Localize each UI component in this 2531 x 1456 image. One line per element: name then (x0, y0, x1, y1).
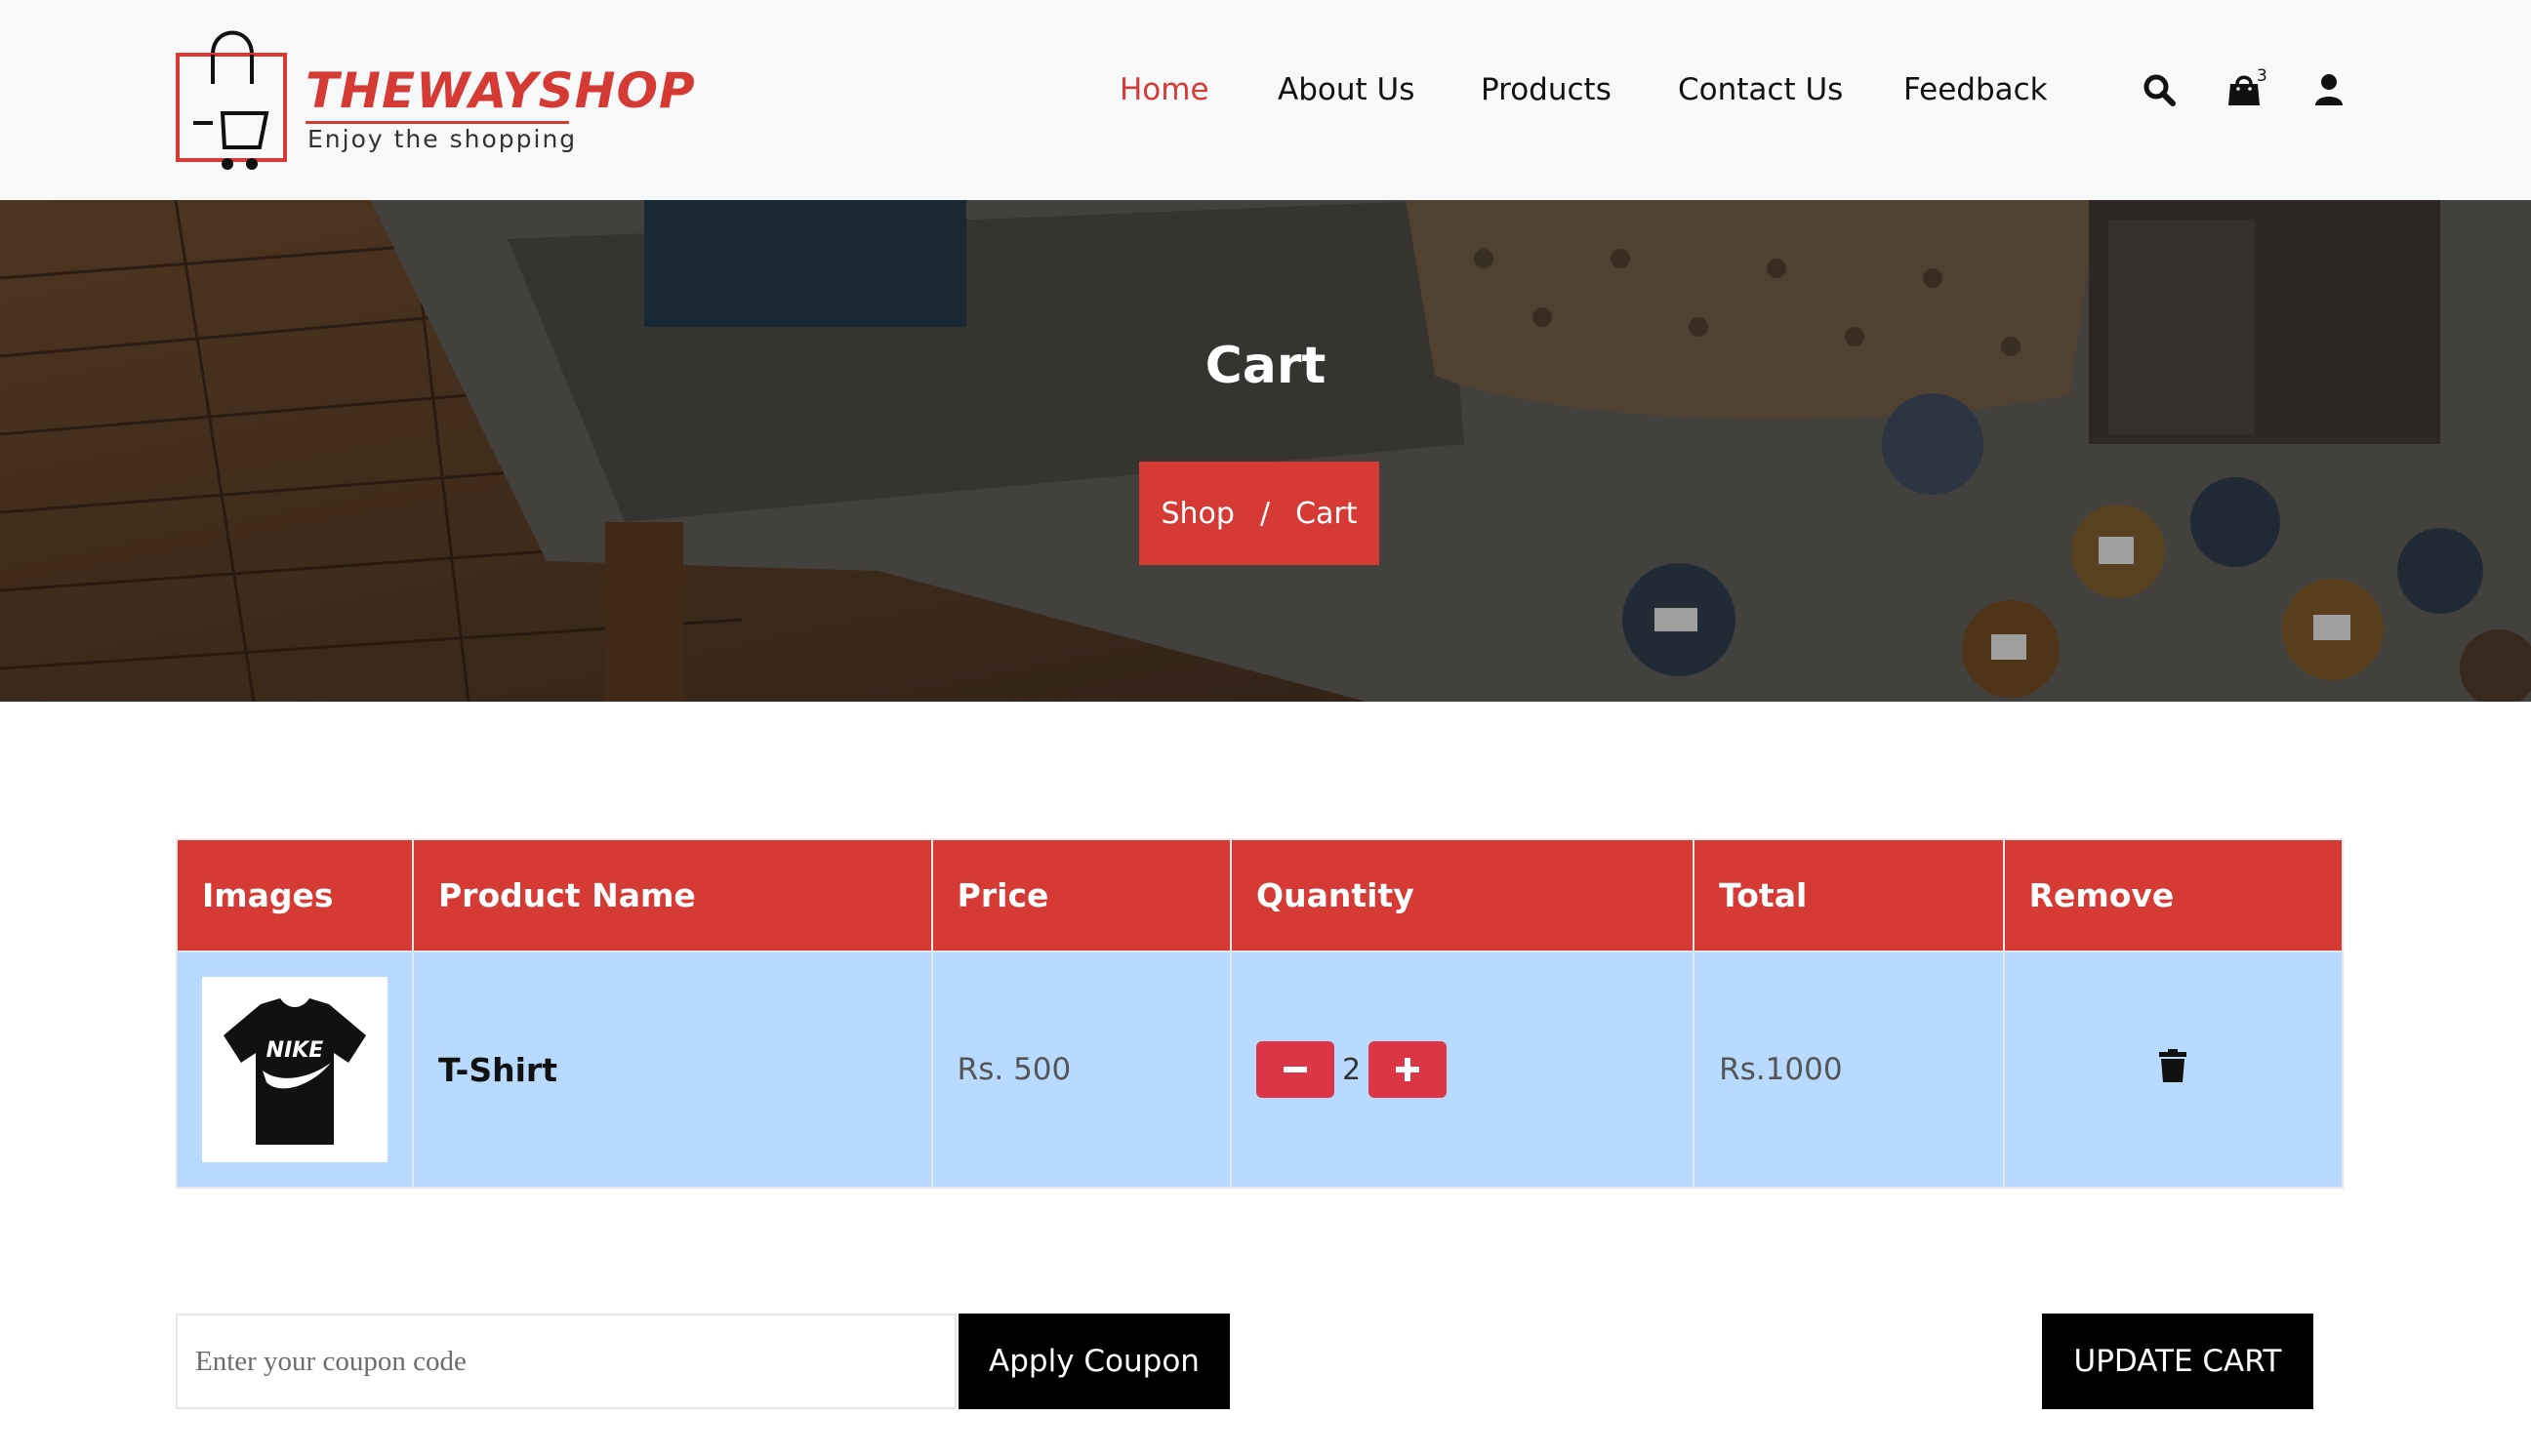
site-header: THEWAYSHOP Enjoy the shopping Home About… (0, 0, 2531, 200)
page-banner: Cart Shop / Cart (0, 200, 2531, 702)
quantity-value[interactable]: 2 (1342, 1053, 1361, 1087)
nav-item-home[interactable]: Home (1120, 72, 1209, 107)
cart-count-badge: 3 (2257, 66, 2267, 86)
nike-logo-text: NIKE (266, 1038, 324, 1063)
apply-coupon-button[interactable]: Apply Coupon (959, 1314, 1230, 1409)
breadcrumb-separator: / (1259, 496, 1271, 531)
cell-price: Rs. 500 (930, 950, 1233, 1189)
cart-table: Images Product Name Price Quantity Total… (176, 838, 2345, 1189)
cell-quantity: 2 (1230, 950, 1695, 1189)
decrease-quantity-button[interactable] (1256, 1041, 1335, 1098)
minus-icon (1284, 1067, 1308, 1072)
cell-product-name: T-Shirt (412, 950, 933, 1189)
column-header-product-name: Product Name (412, 838, 933, 952)
plus-icon (1396, 1058, 1420, 1081)
cell-remove (2002, 950, 2345, 1189)
search-icon[interactable] (2142, 72, 2177, 107)
trash-icon[interactable] (2158, 1049, 2187, 1082)
cell-total: Rs.1000 (1693, 950, 2005, 1189)
breadcrumb-current: Cart (1295, 496, 1358, 531)
nav-item-feedback[interactable]: Feedback (1903, 72, 2048, 107)
update-cart-button[interactable]: UPDATE CART (2042, 1314, 2313, 1409)
quantity-stepper: 2 (1256, 1041, 1668, 1098)
column-header-total: Total (1693, 838, 2005, 952)
brand-underline (306, 121, 569, 124)
breadcrumb-shop-link[interactable]: Shop (1161, 497, 1234, 531)
column-header-price: Price (930, 838, 1233, 952)
tshirt-image: NIKE (224, 998, 366, 1145)
nav-item-products[interactable]: Products (1481, 72, 1612, 107)
column-header-remove: Remove (2002, 838, 2345, 952)
table-row: NIKE T-Shirt Rs. 500 2 Rs.1000 (176, 950, 2345, 1189)
increase-quantity-button[interactable] (1368, 1041, 1448, 1098)
cell-image: NIKE (176, 950, 414, 1189)
column-header-images: Images (176, 838, 414, 952)
banner-background-image (0, 200, 2531, 702)
product-name[interactable]: T-Shirt (438, 1051, 557, 1089)
page-title: Cart (1204, 337, 1327, 395)
brand-tagline: Enjoy the shopping (307, 125, 578, 153)
product-price: Rs. 500 (957, 1052, 1072, 1087)
breadcrumb: Shop / Cart (1139, 462, 1379, 565)
nav-item-contact-us[interactable]: Contact Us (1678, 72, 1843, 107)
coupon-code-input[interactable] (176, 1314, 957, 1409)
nav-item-about-us[interactable]: About Us (1278, 72, 1414, 107)
brand-logo[interactable]: THEWAYSHOP Enjoy the shopping (174, 16, 695, 180)
column-header-quantity: Quantity (1230, 838, 1695, 952)
user-icon[interactable] (2311, 72, 2347, 107)
brand-name: THEWAYSHOP (306, 62, 696, 119)
shopping-bag-logo-icon (176, 30, 287, 170)
table-header-row: Images Product Name Price Quantity Total… (176, 838, 2345, 952)
product-thumbnail[interactable]: NIKE (202, 977, 388, 1162)
line-total: Rs.1000 (1719, 1052, 1843, 1087)
